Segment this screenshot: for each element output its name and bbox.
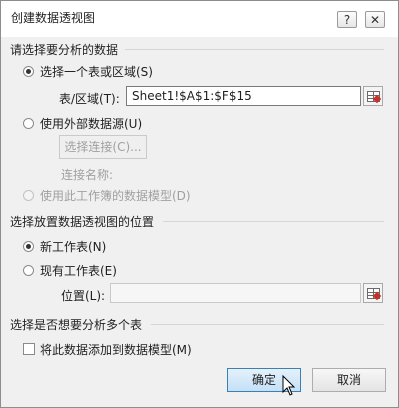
divider: [125, 49, 384, 50]
data-section-heading: 请选择要分析的数据: [10, 43, 119, 57]
location-label: 位置(L):: [61, 289, 106, 303]
cancel-button[interactable]: 取消: [312, 368, 386, 392]
range-input[interactable]: Sheet1!$A$1:$F$15: [126, 86, 361, 106]
location-picker-button[interactable]: [363, 283, 383, 303]
choose-connection-button[interactable]: 选择连接(C)...: [59, 135, 147, 159]
title-bar: 创建数据透视图 ? ✕: [1, 1, 398, 37]
radio-new-worksheet[interactable]: [23, 241, 34, 252]
option-add-to-data-model-label: 将此数据添加到数据模型(M): [40, 343, 192, 357]
close-button[interactable]: ✕: [365, 11, 385, 28]
divider: [163, 221, 384, 222]
dialog-title: 创建数据透视图: [11, 11, 96, 25]
close-icon: ✕: [369, 13, 381, 27]
radio-existing-worksheet[interactable]: [23, 265, 34, 276]
help-icon: ?: [343, 13, 351, 27]
create-pivotchart-dialog: 创建数据透视图 ? ✕ 请选择要分析的数据 选择一个表或区域(S) 表/区域(T…: [0, 0, 399, 408]
option-external-source-label: 使用外部数据源(U): [40, 117, 143, 131]
range-label: 表/区域(T):: [59, 92, 120, 106]
radio-external-source[interactable]: [23, 118, 34, 129]
placement-section-heading: 选择放置数据透视图的位置: [10, 215, 155, 229]
radio-select-table[interactable]: [23, 66, 34, 77]
help-button[interactable]: ?: [337, 11, 357, 28]
connection-name-label: 连接名称:: [61, 168, 114, 182]
mouse-cursor-icon: [282, 375, 296, 396]
option-new-worksheet-label: 新工作表(N): [40, 240, 107, 254]
option-existing-worksheet-label: 现有工作表(E): [40, 264, 117, 278]
radio-data-model[interactable]: [23, 190, 34, 201]
multi-table-section-heading: 选择是否想要分析多个表: [10, 318, 143, 332]
location-input[interactable]: [110, 283, 361, 303]
checkbox-add-to-data-model[interactable]: [23, 343, 35, 355]
divider: [151, 324, 384, 325]
option-select-table-label: 选择一个表或区域(S): [40, 65, 153, 79]
range-picker-button[interactable]: [363, 86, 383, 106]
option-data-model-label: 使用此工作簿的数据模型(D): [40, 189, 191, 203]
